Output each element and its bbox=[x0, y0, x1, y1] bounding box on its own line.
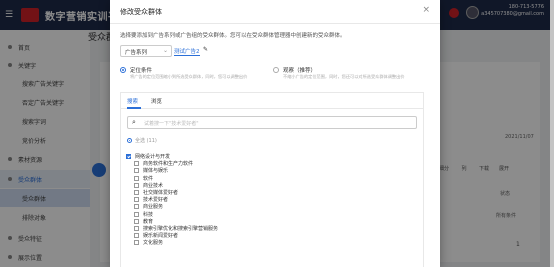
category-item[interactable]: 娱乐新闻爱好者 bbox=[126, 232, 416, 239]
category-label: 商业技术 bbox=[143, 182, 164, 189]
category-label: 科技 bbox=[143, 211, 154, 218]
dialog-title: 修改受众群体 bbox=[120, 8, 162, 16]
radio-observation-desc: 不缩小广告的定位范围，同时，您还可以对所选受众群体调整出价 bbox=[283, 74, 405, 79]
category-item[interactable]: 搜索引擎优化和搜索引擎营销服务 bbox=[126, 225, 416, 232]
category-label: 搜索引擎优化和搜索引擎营销服务 bbox=[143, 225, 219, 232]
tab-search[interactable]: 搜索 bbox=[127, 97, 138, 105]
search-icon: ⌕ bbox=[132, 118, 136, 126]
radio-targeting[interactable] bbox=[120, 67, 126, 73]
audience-picker-panel: 搜索 浏览 ⌕ 试着搜一下"技术爱好者" 全选 (11) 网络设计与开发 商务软件… bbox=[120, 92, 424, 267]
radio-targeting-label: 定位条件 bbox=[130, 68, 153, 74]
category-item[interactable]: 商业技术 bbox=[126, 182, 416, 189]
edit-audience-dialog: 修改受众群体 × 选择要添加到广告系列或广告组的受众群体。您可以在受众群体管理器… bbox=[110, 0, 440, 267]
category-checkbox[interactable] bbox=[134, 225, 139, 231]
category-item[interactable]: 科技 bbox=[126, 211, 416, 218]
level-select-value: 广告系列 bbox=[125, 50, 148, 56]
category-item[interactable]: 商业服务 bbox=[126, 203, 416, 210]
picker-tabs: 搜索 浏览 bbox=[121, 93, 423, 109]
category-item[interactable]: 教育 bbox=[126, 218, 416, 225]
category-checkbox[interactable] bbox=[134, 161, 139, 167]
radio-observation[interactable] bbox=[273, 67, 279, 73]
category-checkbox[interactable] bbox=[134, 182, 139, 188]
chevron-down-icon: ⌄ bbox=[162, 47, 168, 54]
category-label: 网络设计与开发 bbox=[135, 154, 171, 161]
category-checkbox[interactable] bbox=[134, 175, 139, 181]
category-label: 软件 bbox=[143, 175, 154, 182]
category-label: 娱乐新闻爱好者 bbox=[143, 233, 179, 240]
close-icon[interactable]: × bbox=[422, 5, 430, 15]
category-checkbox[interactable] bbox=[134, 197, 139, 203]
search-placeholder: 试着搜一下"技术爱好者" bbox=[144, 121, 199, 127]
category-checkbox[interactable] bbox=[134, 233, 139, 239]
category-item[interactable]: 媒体与娱乐 bbox=[126, 167, 416, 174]
category-label: 商务软件和生产力软件 bbox=[143, 161, 194, 168]
radio-observation-label: 观察（推荐） bbox=[283, 68, 317, 74]
audience-search-input[interactable]: ⌕ 试着搜一下"技术爱好者" bbox=[127, 116, 417, 129]
category-checkbox[interactable] bbox=[134, 190, 139, 196]
level-select[interactable]: 广告系列 ⌄ bbox=[120, 45, 172, 57]
category-checkbox[interactable] bbox=[126, 154, 131, 160]
category-item[interactable]: 社交媒体爱好者 bbox=[126, 189, 416, 196]
select-all-radio bbox=[127, 138, 132, 143]
active-tab-indicator bbox=[127, 107, 141, 109]
category-label: 社交媒体爱好者 bbox=[143, 190, 179, 197]
category-checkbox[interactable] bbox=[134, 204, 139, 210]
dialog-header: 修改受众群体 × bbox=[110, 0, 440, 24]
category-checkbox[interactable] bbox=[134, 168, 139, 174]
tab-browse[interactable]: 浏览 bbox=[151, 97, 162, 105]
pencil-icon[interactable]: ✎ bbox=[203, 46, 208, 53]
mode-radio-group: 定位条件 将广告的定位范围缩小到所选受众群体，同时，您可以调整出价 观察（推荐）… bbox=[120, 66, 430, 86]
category-item[interactable]: 文化服务 bbox=[126, 239, 416, 246]
category-checkbox[interactable] bbox=[134, 211, 139, 217]
category-checkbox[interactable] bbox=[134, 218, 139, 224]
category-item[interactable]: 软件 bbox=[126, 175, 416, 182]
select-all-label: 全选 (11) bbox=[135, 138, 157, 144]
category-list: 网络设计与开发 商务软件和生产力软件 媒体与娱乐 软件 商业技术 社交媒体爱好者 技术爱好者… bbox=[126, 153, 416, 246]
category-item[interactable]: 商务软件和生产力软件 bbox=[126, 160, 416, 167]
category-checkbox[interactable] bbox=[134, 240, 139, 246]
select-all-option[interactable]: 全选 (11) bbox=[127, 137, 157, 144]
campaign-link[interactable]: 测试广告2 bbox=[174, 47, 200, 56]
category-label: 媒体与娱乐 bbox=[143, 168, 169, 175]
page-scrollbar[interactable] bbox=[550, 0, 554, 267]
dialog-description: 选择要添加到广告系列或广告组的受众群体。您可以在受众群体管理器中创建新的受众群体… bbox=[120, 33, 346, 39]
category-label: 技术爱好者 bbox=[143, 197, 169, 204]
category-item[interactable]: 网络设计与开发 bbox=[126, 153, 416, 160]
category-label: 教育 bbox=[143, 218, 154, 225]
category-label: 商业服务 bbox=[143, 204, 164, 211]
category-item[interactable]: 技术爱好者 bbox=[126, 196, 416, 203]
radio-targeting-desc: 将广告的定位范围缩小到所选受众群体，同时，您可以调整出价 bbox=[130, 74, 248, 79]
category-label: 文化服务 bbox=[143, 240, 164, 247]
